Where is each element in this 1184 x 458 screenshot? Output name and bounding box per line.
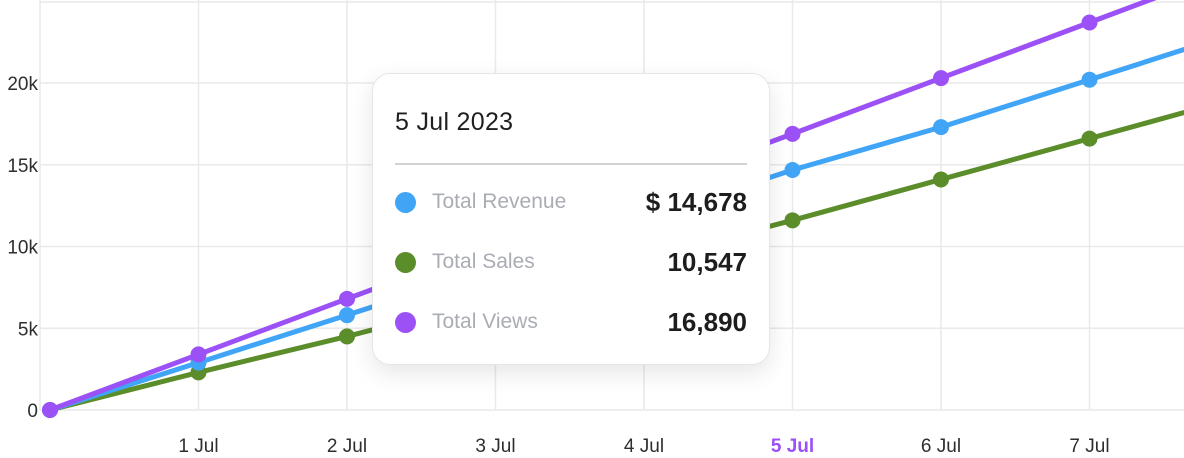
x-tick-label: 7 Jul: [1069, 436, 1109, 457]
chart-tooltip: 5 Jul 2023 Total Revenue $ 14,678 Total …: [372, 73, 770, 365]
data-point: [784, 212, 801, 229]
data-point: [1081, 14, 1098, 31]
tooltip-row-views: Total Views 16,890: [395, 307, 747, 337]
data-point: [339, 307, 355, 324]
y-tick-label: 20k: [7, 74, 38, 95]
x-tick-label: 6 Jul: [921, 436, 961, 457]
tooltip-date: 5 Jul 2023: [395, 108, 514, 136]
y-tick-label: 10k: [7, 238, 38, 259]
data-point: [339, 328, 355, 345]
x-tick-label: 3 Jul: [475, 436, 515, 457]
y-tick-label: 0: [27, 401, 38, 422]
x-tick-label: 1 Jul: [178, 436, 218, 457]
tooltip-divider: [395, 163, 747, 165]
revenue-legend-dot: [395, 191, 416, 213]
tooltip-row-label: Total Sales: [432, 250, 535, 273]
data-point: [1081, 71, 1098, 88]
data-point: [784, 125, 801, 142]
data-point: [1081, 130, 1098, 147]
x-tick-label: 4 Jul: [624, 436, 664, 457]
data-point: [933, 119, 949, 136]
sales-legend-dot: [395, 251, 416, 273]
tooltip-row-value: $ 14,678: [645, 186, 747, 217]
y-tick-label: 5k: [18, 319, 39, 340]
data-point: [190, 346, 207, 363]
tooltip-row-value: 16,890: [667, 306, 747, 337]
data-point: [933, 70, 949, 87]
data-point: [339, 290, 355, 307]
data-point: [933, 171, 949, 188]
tooltip-row-sales: Total Sales 10,547: [395, 247, 747, 277]
tooltip-row-label: Total Revenue: [432, 190, 567, 213]
data-point: [784, 162, 801, 179]
x-tick-label: 5 Jul: [771, 436, 814, 457]
x-tick-label: 2 Jul: [327, 436, 367, 457]
tooltip-row-revenue: Total Revenue $ 14,678: [395, 187, 747, 217]
data-point: [42, 402, 58, 418]
views-legend-dot: [395, 311, 416, 333]
tooltip-row-label: Total Views: [432, 310, 538, 333]
y-tick-label: 15k: [7, 156, 38, 177]
tooltip-row-value: 10,547: [667, 246, 747, 277]
